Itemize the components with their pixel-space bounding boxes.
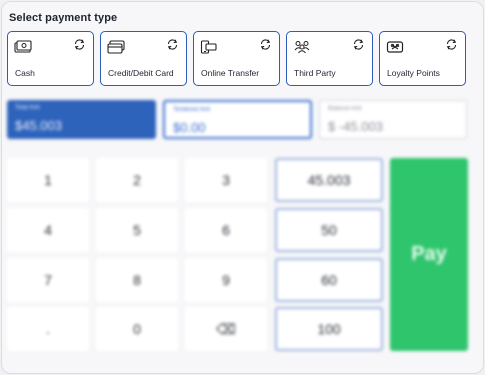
keypad-key-1[interactable]: 1 — [7, 158, 89, 202]
balance-amount-value: $ -45.003 — [328, 119, 383, 134]
payment-type-label: Cash — [15, 68, 35, 78]
payment-type-label: Third Party — [294, 68, 336, 78]
keypad-key-decimal[interactable]: . — [7, 307, 89, 351]
payment-type-third-party[interactable]: Third Party — [286, 31, 373, 86]
swap-icon — [74, 39, 85, 50]
quick-amount-button[interactable]: 45.003 — [275, 158, 383, 202]
quick-amount-button[interactable]: 100 — [275, 307, 383, 351]
balance-amount-field: Balance Amt $ -45.003 — [319, 100, 467, 139]
card-icon — [107, 40, 125, 54]
tendered-amount-value: $0.00 — [173, 120, 206, 135]
tendered-amount-field[interactable]: Tendered Amt $0.00 — [163, 100, 312, 139]
cash-icon — [14, 40, 32, 53]
payment-type-label: Loyalty Points — [387, 68, 440, 78]
loyalty-icon — [386, 41, 404, 53]
online-transfer-icon — [200, 40, 217, 54]
payment-type-online-transfer[interactable]: Online Transfer — [193, 31, 280, 86]
keypad-key-0[interactable]: 0 — [96, 307, 178, 351]
keypad-key-3[interactable]: 3 — [185, 158, 267, 202]
keypad-key-2[interactable]: 2 — [96, 158, 178, 202]
keypad-key-6[interactable]: 6 — [185, 208, 267, 252]
keypad-key-7[interactable]: 7 — [7, 258, 89, 302]
payment-type-label: Online Transfer — [201, 68, 260, 78]
backspace-key[interactable]: ⌫ — [185, 307, 267, 351]
keypad-key-9[interactable]: 9 — [185, 258, 267, 302]
third-party-icon — [294, 41, 310, 54]
swap-icon — [446, 39, 457, 50]
payment-type-card[interactable]: Credit/Debit Card — [100, 31, 187, 86]
pay-button[interactable]: Pay — [390, 158, 468, 351]
keypad-key-4[interactable]: 4 — [7, 208, 89, 252]
total-amount-value: $45.003 — [15, 118, 62, 133]
payment-type-label: Credit/Debit Card — [108, 68, 174, 78]
swap-icon — [353, 39, 364, 50]
section-title: Select payment type — [9, 12, 118, 24]
swap-icon — [167, 39, 178, 50]
balance-amount-caption: Balance Amt — [328, 106, 362, 112]
payment-type-loyalty-points[interactable]: Loyalty Points — [379, 31, 466, 86]
quick-amount-button[interactable]: 50 — [275, 208, 383, 252]
swap-icon — [260, 39, 271, 50]
keypad-key-8[interactable]: 8 — [96, 258, 178, 302]
total-amount-caption: Total Amt — [15, 105, 40, 111]
quick-amount-button[interactable]: 60 — [275, 258, 383, 302]
keypad-key-5[interactable]: 5 — [96, 208, 178, 252]
tendered-amount-caption: Tendered Amt — [173, 107, 211, 113]
payment-type-cash[interactable]: Cash — [7, 31, 94, 86]
total-amount-field: Total Amt $45.003 — [7, 100, 156, 139]
